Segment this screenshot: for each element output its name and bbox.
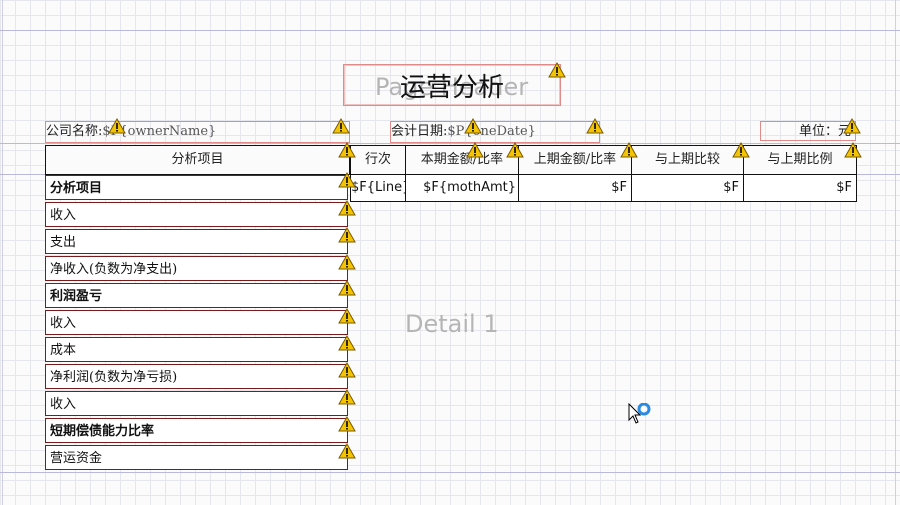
band-divider-detail[interactable]: [0, 472, 900, 473]
column-header-line-no[interactable]: 行次: [350, 145, 406, 175]
report-title[interactable]: 运营分析: [343, 64, 561, 106]
warning-icon[interactable]: [338, 254, 356, 270]
left-margin-line: [2, 0, 3, 505]
column-header-analysis-item[interactable]: 分析项目: [45, 145, 350, 175]
row-label[interactable]: 净收入(负数为净支出): [45, 256, 348, 281]
warning-icon[interactable]: [586, 118, 604, 134]
row-label[interactable]: 收入: [45, 391, 348, 416]
row-label[interactable]: 支出: [45, 229, 348, 254]
row-label[interactable]: 收入: [45, 202, 348, 227]
unit-field[interactable]: 单位：元: [760, 121, 856, 141]
column-header-ratio-previous[interactable]: 与上期比例: [743, 145, 857, 175]
warning-icon[interactable]: [338, 335, 356, 351]
row-label[interactable]: 营运资金: [45, 445, 348, 470]
row-label[interactable]: 成本: [45, 337, 348, 362]
column-header-previous-amount[interactable]: 上期金额/比率: [518, 145, 632, 175]
band-divider-top[interactable]: [0, 30, 900, 31]
column-header-compare-previous[interactable]: 与上期比较: [631, 145, 744, 175]
warning-icon[interactable]: [466, 142, 484, 158]
row-label[interactable]: 利润盈亏: [45, 283, 348, 308]
band-divider-page-header[interactable]: [0, 143, 900, 144]
column-header-current-amount[interactable]: 本期金额/比率: [405, 145, 519, 175]
company-name-field[interactable]: 公司名称:$P{ownerName}: [45, 121, 350, 143]
warning-icon[interactable]: [620, 142, 638, 158]
warning-icon[interactable]: [338, 227, 356, 243]
warning-icon[interactable]: [338, 389, 356, 405]
row-label[interactable]: 净利润(负数为净亏损): [45, 364, 348, 389]
row-label[interactable]: 分析项目: [45, 175, 348, 200]
warning-icon[interactable]: [548, 62, 566, 78]
warning-icon[interactable]: [464, 118, 482, 134]
warning-icon[interactable]: [338, 142, 356, 158]
warning-icon[interactable]: [732, 142, 750, 158]
busy-cursor-icon: [628, 402, 654, 429]
warning-icon[interactable]: [506, 142, 524, 158]
row-label[interactable]: 短期偿债能力比率: [45, 418, 348, 443]
warning-icon[interactable]: [332, 118, 350, 134]
company-name-label: 公司名称:: [46, 124, 103, 139]
detail-field-previous-amount[interactable]: $F: [518, 174, 632, 202]
warning-icon[interactable]: [843, 118, 861, 134]
row-label[interactable]: 收入: [45, 310, 348, 335]
accounting-date-field[interactable]: 会计日期:$P{oneDate}: [390, 121, 600, 143]
right-margin-line: [895, 0, 896, 505]
warning-icon[interactable]: [338, 280, 356, 296]
warning-icon[interactable]: [338, 443, 356, 459]
warning-icon[interactable]: [338, 308, 356, 324]
detail-field-month-amount[interactable]: $F{mothAmt}: [405, 174, 519, 202]
detail-field-line[interactable]: $F{Line}: [350, 174, 406, 202]
accounting-date-expression: $P{oneDate}: [447, 124, 536, 139]
detail-field-ratio-previous[interactable]: $F: [743, 174, 857, 202]
warning-icon[interactable]: [338, 362, 356, 378]
warning-icon[interactable]: [108, 118, 126, 134]
warning-icon[interactable]: [338, 172, 356, 188]
accounting-date-label: 会计日期:: [391, 124, 448, 139]
detail-field-compare-previous[interactable]: $F: [631, 174, 744, 202]
warning-icon[interactable]: [338, 200, 356, 216]
report-title-text: 运营分析: [399, 72, 504, 103]
warning-icon[interactable]: [338, 416, 356, 432]
warning-icon[interactable]: [844, 142, 862, 158]
